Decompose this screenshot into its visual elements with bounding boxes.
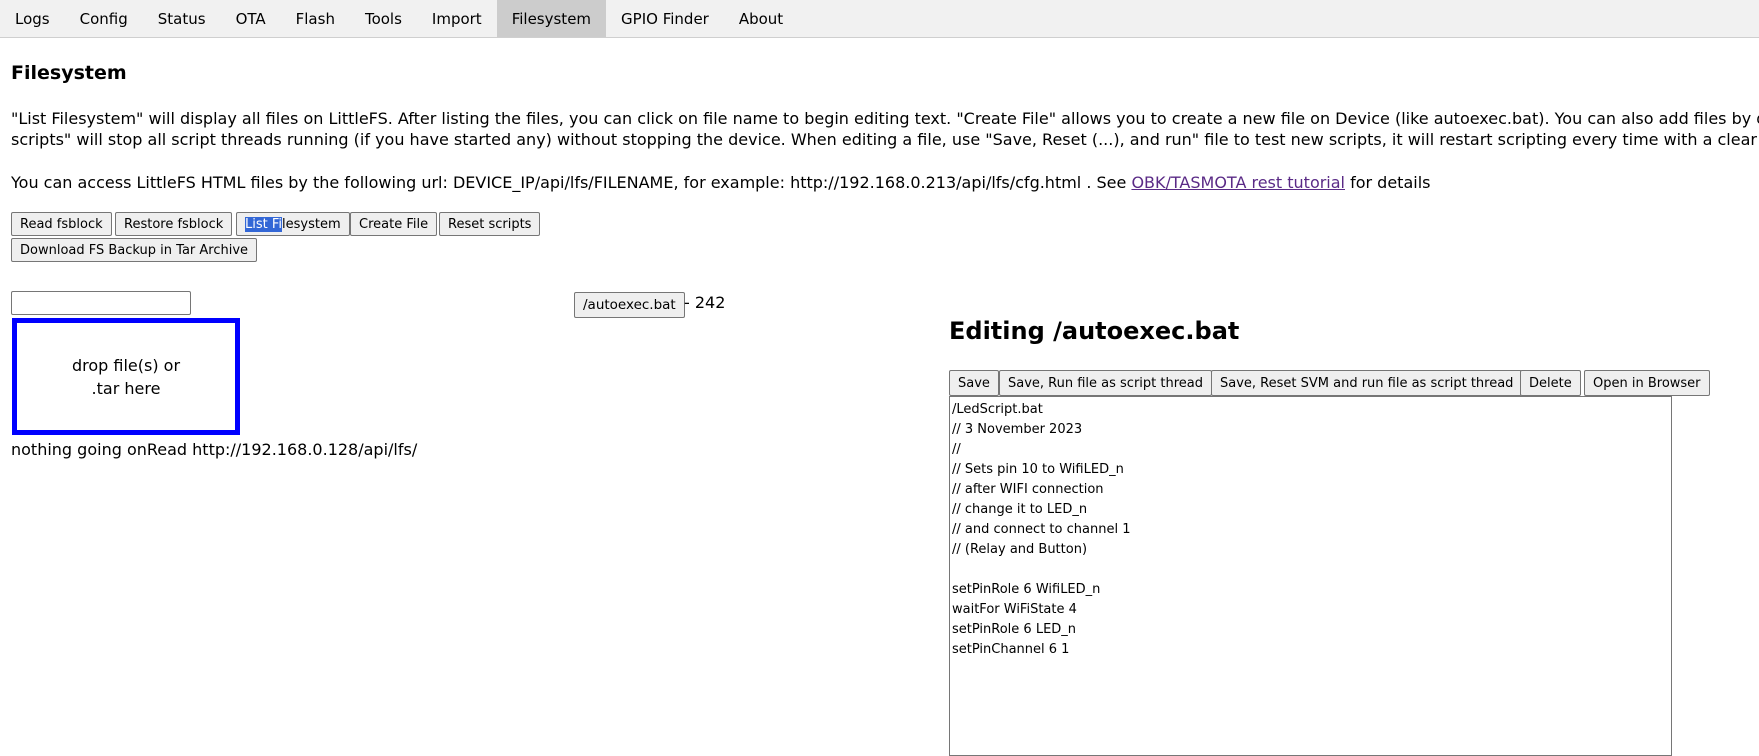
restore-fsblock-button[interactable]: Restore fsblock [115, 212, 233, 236]
rest-tutorial-link[interactable]: OBK/TASMOTA rest tutorial [1131, 173, 1345, 192]
tab-ota[interactable]: OTA [221, 0, 281, 37]
dropzone-label: drop file(s) or .tar here [72, 354, 180, 400]
page-title: Filesystem [11, 62, 127, 84]
editing-title: Editing /autoexec.bat [949, 317, 1240, 345]
list-filesystem-selected-text: List Fi [245, 216, 283, 232]
tab-status[interactable]: Status [143, 0, 221, 37]
tab-tools[interactable]: Tools [350, 0, 417, 37]
tab-about[interactable]: About [724, 0, 798, 37]
filesystem-description: "List Filesystem" will display all files… [11, 108, 1759, 150]
file-entry-autoexec[interactable]: /autoexec.bat [574, 292, 685, 318]
reset-scripts-button[interactable]: Reset scripts [439, 212, 541, 236]
file-name-input[interactable] [11, 291, 191, 315]
save-run-button[interactable]: Save, Run file as script thread [999, 370, 1213, 396]
open-in-browser-button[interactable]: Open in Browser [1584, 370, 1710, 396]
read-fsblock-button[interactable]: Read fsblock [11, 212, 112, 236]
download-backup-button[interactable]: Download FS Backup in Tar Archive [11, 238, 258, 262]
delete-button[interactable]: Delete [1520, 370, 1581, 396]
url-info-text: You can access LittleFS HTML files by th… [11, 173, 1132, 192]
status-text: nothing going onRead http://192.168.0.12… [11, 440, 418, 459]
tab-import[interactable]: Import [417, 0, 497, 37]
file-size: - 242 [684, 293, 726, 312]
save-reset-run-button[interactable]: Save, Reset SVM and run file as script t… [1211, 370, 1523, 396]
tab-config[interactable]: Config [65, 0, 143, 37]
tab-gpio-finder[interactable]: GPIO Finder [606, 0, 724, 37]
url-info: You can access LittleFS HTML files by th… [11, 172, 1430, 193]
tab-bar: Logs Config Status OTA Flash Tools Impor… [0, 0, 1759, 38]
file-dropzone[interactable]: drop file(s) or .tar here [12, 318, 240, 435]
tab-logs[interactable]: Logs [0, 0, 65, 37]
list-filesystem-text: lesystem [282, 216, 341, 232]
create-file-button[interactable]: Create File [350, 212, 438, 236]
tab-flash[interactable]: Flash [281, 0, 350, 37]
description-line-2: scripts" will stop all script threads ru… [11, 130, 1759, 149]
url-info-suffix: for details [1345, 173, 1431, 192]
save-button[interactable]: Save [949, 370, 999, 396]
tab-filesystem[interactable]: Filesystem [496, 0, 607, 37]
script-editor[interactable]: /LedScript.bat // 3 November 2023 // // … [949, 396, 1672, 756]
list-filesystem-button[interactable]: List Filesystem [236, 212, 350, 236]
dropzone-line-2: .tar here [91, 378, 161, 398]
description-line-1: "List Filesystem" will display all files… [11, 109, 1759, 128]
dropzone-line-1: drop file(s) or [71, 355, 181, 375]
